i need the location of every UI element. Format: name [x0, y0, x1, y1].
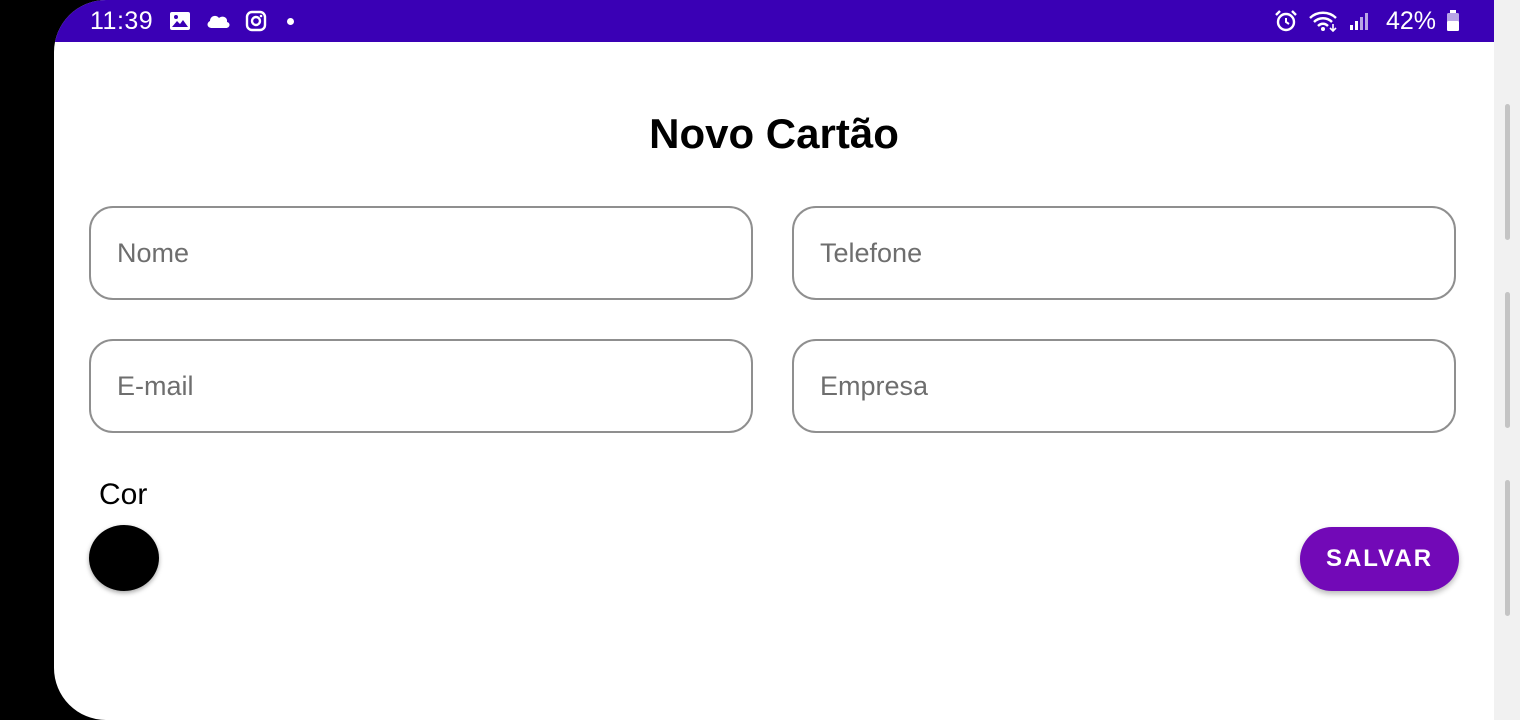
telefone-input[interactable] [820, 208, 1420, 298]
scrollbar-thumb[interactable] [1505, 104, 1510, 240]
empresa-input[interactable] [820, 341, 1420, 431]
notification-dot-icon [287, 17, 295, 25]
alarm-icon [1274, 9, 1298, 33]
nome-input[interactable] [117, 208, 717, 298]
app-screen: 11:39 42% Novo Cartão Nome Telefone E-ma… [54, 0, 1494, 720]
status-bar-right: 42% [1274, 0, 1460, 42]
signal-icon [1348, 10, 1370, 32]
color-picker-swatch[interactable] [89, 525, 159, 591]
instagram-icon [245, 10, 267, 32]
email-input[interactable] [117, 341, 717, 431]
wifi-icon [1308, 10, 1338, 32]
scrollbar-rail[interactable] [1494, 0, 1520, 720]
battery-percent: 42% [1385, 6, 1436, 35]
battery-icon [1446, 10, 1460, 32]
scrollbar-segment [1505, 292, 1510, 428]
save-button[interactable]: SALVAR [1300, 527, 1459, 591]
status-bar: 11:39 42% [54, 0, 1494, 42]
color-label: Cor [99, 478, 148, 511]
nome-field[interactable] [89, 206, 753, 300]
page-title: Novo Cartão [649, 110, 899, 157]
scrollbar-segment [1505, 480, 1510, 616]
status-bar-left: 11:39 [90, 0, 295, 42]
cloud-icon [205, 12, 231, 30]
gallery-icon [169, 11, 191, 31]
email-field[interactable] [89, 339, 753, 433]
status-time: 11:39 [90, 6, 154, 35]
empresa-field[interactable] [792, 339, 1456, 433]
telefone-field[interactable] [792, 206, 1456, 300]
